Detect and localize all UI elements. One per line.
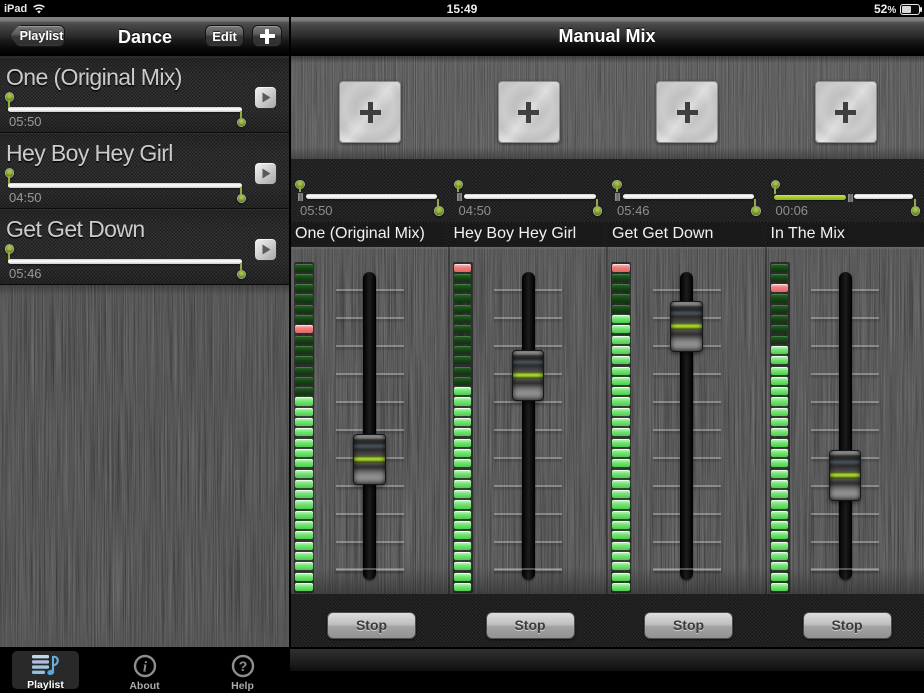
svg-text:?: ? xyxy=(239,658,248,674)
svg-text:i: i xyxy=(143,660,148,676)
